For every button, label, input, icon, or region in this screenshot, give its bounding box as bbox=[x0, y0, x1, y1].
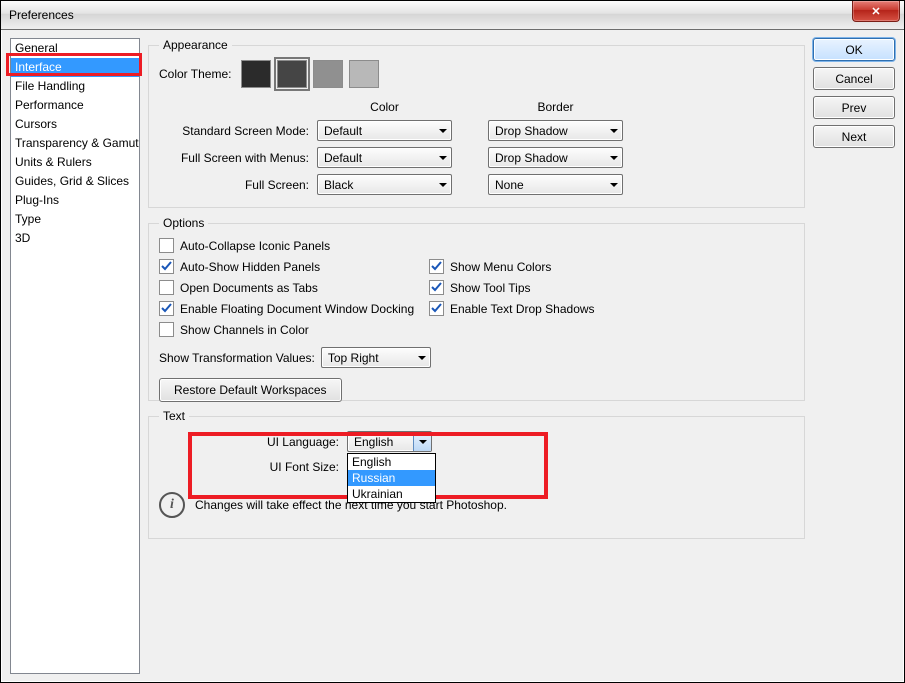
show-transform-dropdown[interactable]: Top Right bbox=[321, 347, 431, 368]
chevron-down-icon bbox=[418, 356, 426, 360]
ok-button[interactable]: OK bbox=[813, 38, 895, 61]
group-appearance: Appearance Color Theme: Color Border Sta… bbox=[148, 38, 805, 208]
options-grid: Auto-Collapse Iconic Panels Auto-Show Hid… bbox=[159, 238, 794, 337]
option-checkbox[interactable]: Enable Text Drop Shadows bbox=[429, 301, 649, 316]
screen-mode-label: Full Screen: bbox=[159, 178, 309, 192]
color-theme-row: Color Theme: bbox=[159, 60, 794, 88]
ui-language-dropdown[interactable]: English EnglishRussianUkrainian bbox=[347, 431, 432, 452]
option-checkbox[interactable]: Show Channels in Color bbox=[159, 322, 419, 337]
ui-language-label: UI Language: bbox=[199, 435, 339, 449]
option-label: Enable Floating Document Window Docking bbox=[180, 302, 414, 316]
category-item[interactable]: Interface bbox=[11, 58, 139, 77]
option-label: Auto-Collapse Iconic Panels bbox=[180, 239, 330, 253]
option-checkbox[interactable]: Show Menu Colors bbox=[429, 259, 649, 274]
screen-mode-label: Full Screen with Menus: bbox=[159, 151, 309, 165]
chevron-down-icon bbox=[439, 129, 447, 133]
category-item[interactable]: 3D bbox=[11, 229, 139, 248]
screen-mode-border-dropdown[interactable]: None bbox=[488, 174, 623, 195]
theme-swatch[interactable] bbox=[241, 60, 271, 88]
show-transform-value: Top Right bbox=[328, 351, 379, 365]
ui-language-option[interactable]: Ukrainian bbox=[348, 486, 435, 502]
option-label: Open Documents as Tabs bbox=[180, 281, 318, 295]
category-item[interactable]: Transparency & Gamut bbox=[11, 134, 139, 153]
screen-mode-label: Standard Screen Mode: bbox=[159, 124, 309, 138]
chevron-down-icon bbox=[610, 183, 618, 187]
text-grid: UI Language: English EnglishRussianUkrai… bbox=[199, 431, 794, 474]
theme-swatch[interactable] bbox=[349, 60, 379, 88]
option-checkbox[interactable]: Auto-Show Hidden Panels bbox=[159, 259, 419, 274]
category-item[interactable]: File Handling bbox=[11, 77, 139, 96]
chevron-down-icon bbox=[610, 129, 618, 133]
titlebar: Preferences ✕ bbox=[1, 1, 904, 30]
info-icon: i bbox=[159, 492, 185, 518]
chevron-down-icon bbox=[439, 183, 447, 187]
checkbox-icon bbox=[159, 280, 174, 295]
chevron-down-icon bbox=[610, 156, 618, 160]
checkbox-icon bbox=[429, 280, 444, 295]
column-header-border: Border bbox=[488, 100, 623, 114]
checkbox-icon bbox=[159, 322, 174, 337]
chevron-down-icon bbox=[419, 440, 427, 444]
option-checkbox[interactable]: Auto-Collapse Iconic Panels bbox=[159, 238, 419, 253]
color-theme-label: Color Theme: bbox=[159, 67, 231, 81]
close-button[interactable]: ✕ bbox=[852, 1, 900, 22]
checkbox-icon bbox=[159, 259, 174, 274]
category-item[interactable]: Type bbox=[11, 210, 139, 229]
category-panel: GeneralInterfaceFile HandlingPerformance… bbox=[10, 38, 140, 673]
restore-workspaces-button[interactable]: Restore Default Workspaces bbox=[159, 378, 342, 402]
category-item[interactable]: Plug-Ins bbox=[11, 191, 139, 210]
checkbox-icon bbox=[159, 301, 174, 316]
option-label: Auto-Show Hidden Panels bbox=[180, 260, 320, 274]
theme-swatch[interactable] bbox=[313, 60, 343, 88]
legend-text: Text bbox=[159, 409, 189, 423]
chevron-down-icon bbox=[439, 156, 447, 160]
window-title: Preferences bbox=[9, 8, 74, 22]
dropdown-arrow-button[interactable] bbox=[413, 432, 431, 451]
close-icon: ✕ bbox=[871, 5, 880, 18]
category-item[interactable]: Cursors bbox=[11, 115, 139, 134]
group-text: Text UI Language: English EnglishRussian… bbox=[148, 409, 805, 539]
ui-language-option[interactable]: English bbox=[348, 454, 435, 470]
dialog-buttons: OK Cancel Prev Next bbox=[813, 38, 895, 673]
legend-appearance: Appearance bbox=[159, 38, 232, 52]
ui-language-value: English bbox=[354, 435, 393, 449]
option-label: Show Channels in Color bbox=[180, 323, 309, 337]
option-label: Enable Text Drop Shadows bbox=[450, 302, 595, 316]
screen-mode-border-dropdown[interactable]: Drop Shadow bbox=[488, 120, 623, 141]
ui-font-size-label: UI Font Size: bbox=[199, 460, 339, 474]
category-item[interactable]: Guides, Grid & Slices bbox=[11, 172, 139, 191]
screen-mode-color-dropdown[interactable]: Default bbox=[317, 147, 452, 168]
next-button[interactable]: Next bbox=[813, 125, 895, 148]
checkbox-icon bbox=[159, 238, 174, 253]
ui-language-options[interactable]: EnglishRussianUkrainian bbox=[347, 453, 436, 503]
client-area: GeneralInterfaceFile HandlingPerformance… bbox=[2, 30, 903, 681]
show-transform-label: Show Transformation Values: bbox=[159, 351, 315, 365]
appearance-grid: Color Border Standard Screen Mode: Defaul… bbox=[159, 100, 794, 195]
ui-language-option[interactable]: Russian bbox=[348, 470, 435, 486]
legend-options: Options bbox=[159, 216, 208, 230]
category-list[interactable]: GeneralInterfaceFile HandlingPerformance… bbox=[10, 38, 140, 674]
info-row: i Changes will take effect the next time… bbox=[159, 492, 794, 518]
group-options: Options Auto-Collapse Iconic PanelsAuto-… bbox=[148, 216, 805, 401]
category-item[interactable]: Units & Rulers bbox=[11, 153, 139, 172]
settings-panel: Appearance Color Theme: Color Border Sta… bbox=[148, 38, 805, 673]
option-checkbox[interactable]: Open Documents as Tabs bbox=[159, 280, 419, 295]
option-checkbox[interactable]: Show Tool Tips bbox=[429, 280, 649, 295]
screen-mode-border-dropdown[interactable]: Drop Shadow bbox=[488, 147, 623, 168]
column-header-color: Color bbox=[317, 100, 452, 114]
prev-button[interactable]: Prev bbox=[813, 96, 895, 119]
screen-mode-color-dropdown[interactable]: Black bbox=[317, 174, 452, 195]
option-label: Show Tool Tips bbox=[450, 281, 531, 295]
option-checkbox[interactable]: Enable Floating Document Window Docking bbox=[159, 301, 419, 316]
show-transform-row: Show Transformation Values: Top Right bbox=[159, 347, 794, 368]
screen-mode-color-dropdown[interactable]: Default bbox=[317, 120, 452, 141]
category-item[interactable]: General bbox=[11, 39, 139, 58]
checkbox-icon bbox=[429, 301, 444, 316]
theme-swatch[interactable] bbox=[277, 60, 307, 88]
checkbox-icon bbox=[429, 259, 444, 274]
cancel-button[interactable]: Cancel bbox=[813, 67, 895, 90]
category-item[interactable]: Performance bbox=[11, 96, 139, 115]
option-label: Show Menu Colors bbox=[450, 260, 551, 274]
